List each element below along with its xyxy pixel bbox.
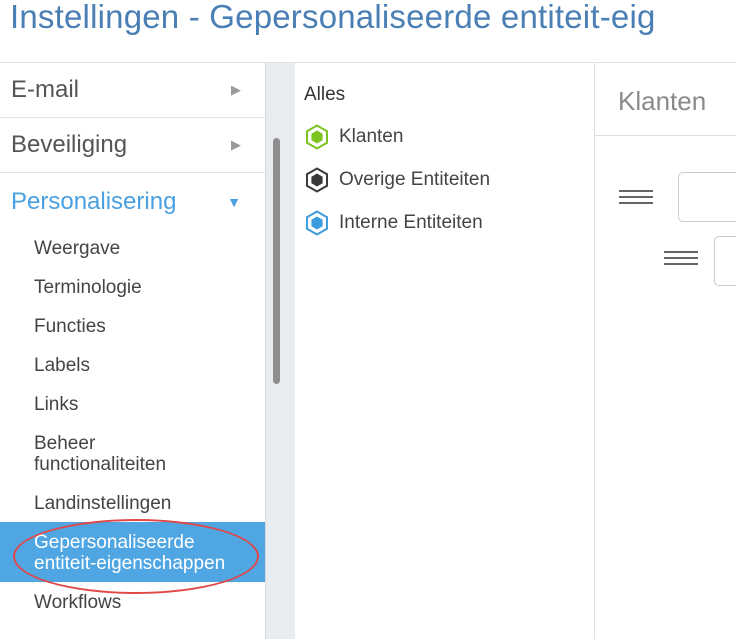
nav-section-label: Beveiliging	[11, 131, 128, 158]
nav-section-personalisering[interactable]: Personalisering ▼	[0, 174, 265, 229]
sidebar-item-labels[interactable]: Labels	[0, 355, 265, 376]
nav-section-label: E-mail	[11, 76, 80, 103]
entity-label: Interne Entiteiten	[339, 212, 483, 233]
entity-label: Overige Entiteiten	[339, 169, 491, 190]
scrollbar-track[interactable]	[266, 63, 295, 639]
chevron-down-icon: ▼	[227, 193, 241, 210]
nav-section-label: Personalisering	[11, 187, 177, 215]
sidebar-item-links[interactable]: Links	[0, 394, 265, 415]
property-field[interactable]	[714, 236, 736, 286]
sidebar-item-workflows[interactable]: Workflows	[0, 592, 265, 613]
drag-handle-icon[interactable]	[664, 251, 698, 265]
entity-item-interne-entiteiten[interactable]: Interne Entiteiten	[304, 208, 483, 238]
drag-handle-icon[interactable]	[619, 190, 653, 204]
sidebar-item-beheer-functionaliteiten[interactable]: Beheer functionaliteiten	[0, 433, 265, 475]
entity-item-alles[interactable]: Alles	[304, 84, 345, 106]
nav-section-beveiliging[interactable]: Beveiliging ▶	[0, 118, 265, 173]
hexagon-blue-icon	[306, 210, 328, 236]
highlight-annotation	[13, 519, 259, 594]
sidebar-item-functies[interactable]: Functies	[0, 316, 265, 337]
hexagon-dark-icon	[306, 167, 328, 193]
sidebar-item-landinstellingen[interactable]: Landinstellingen	[0, 493, 265, 514]
sidebar-item-weergave[interactable]: Weergave	[0, 238, 265, 259]
sidebar-item-terminologie[interactable]: Terminologie	[0, 277, 265, 298]
entity-label: Klanten	[339, 126, 404, 147]
page-title: Instellingen - Gepersonaliseerde entitei…	[10, 0, 656, 35]
property-field[interactable]	[678, 172, 736, 222]
chevron-right-icon: ▶	[231, 82, 241, 97]
entity-item-overige-entiteiten[interactable]: Overige Entiteiten	[304, 165, 490, 195]
chevron-right-icon: ▶	[231, 137, 241, 152]
scrollbar-thumb[interactable]	[273, 138, 280, 384]
entity-item-klanten[interactable]: Klanten	[304, 122, 403, 152]
hexagon-green-icon	[306, 124, 328, 150]
nav-section-email[interactable]: E-mail ▶	[0, 63, 265, 118]
detail-title: Klanten	[618, 86, 707, 116]
